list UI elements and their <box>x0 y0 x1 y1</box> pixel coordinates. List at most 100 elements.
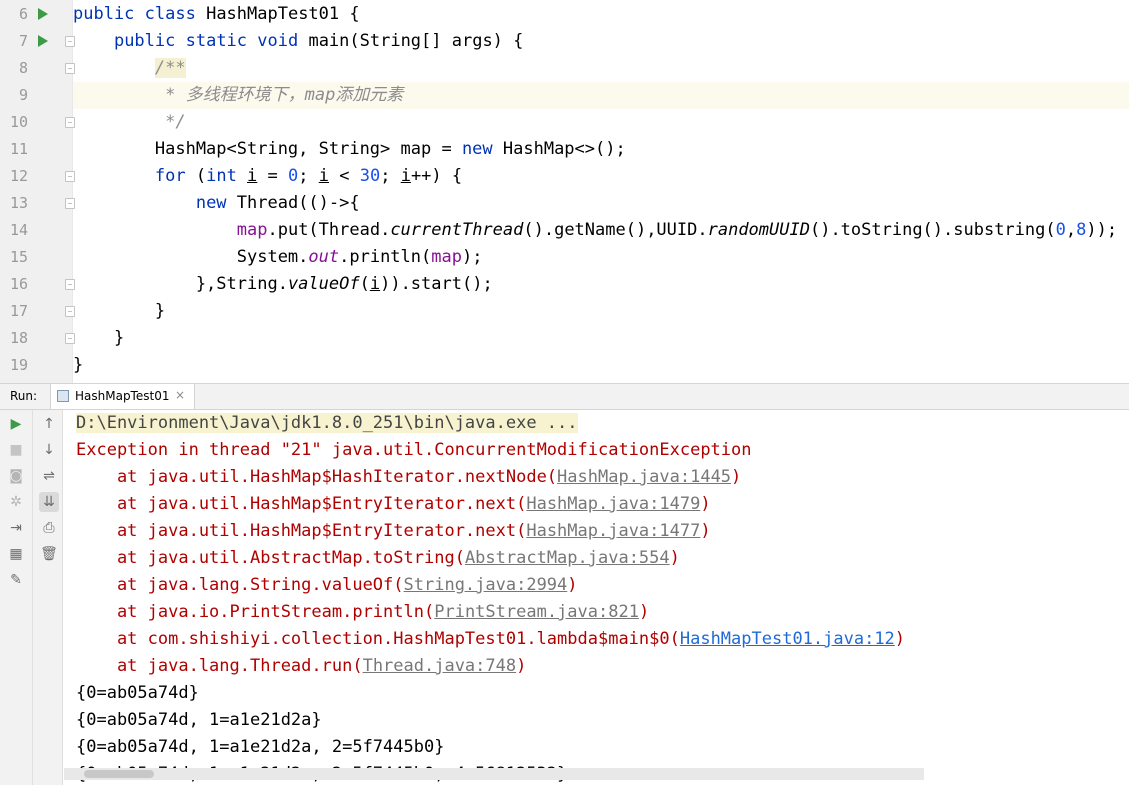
code-token: new <box>461 139 503 159</box>
gutter-line: 8 <box>0 55 72 82</box>
source-link[interactable]: HashMap.java:1477 <box>526 521 700 541</box>
console-line: at java.io.PrintStream.println(PrintStre… <box>76 599 649 626</box>
code-line[interactable]: } <box>73 298 1129 325</box>
console-text: ) <box>700 494 711 514</box>
line-number: 19 <box>9 356 28 374</box>
camera-icon[interactable]: ◙ <box>6 466 26 486</box>
console-text: at com.shishiyi.collection.HashMapTest01… <box>76 629 680 649</box>
gutter-line: 12 <box>0 163 72 190</box>
line-number: 11 <box>9 140 28 158</box>
fold-icon[interactable] <box>65 333 75 344</box>
run-tab-hashmaptest01[interactable]: HashMapTest01 × <box>50 384 195 409</box>
down-arrow-icon[interactable]: ↓ <box>39 440 59 460</box>
run-label: Run: <box>10 389 38 403</box>
source-link[interactable]: HashMapTest01.java:12 <box>680 629 895 649</box>
horizontal-scrollbar[interactable] <box>64 768 924 780</box>
console-line: {0=ab05a74d, 1=a1e21d2a} <box>76 707 322 734</box>
fold-icon[interactable] <box>65 198 75 209</box>
code-line[interactable]: map.put(Thread.currentThread().getName()… <box>73 217 1129 244</box>
code-token: Thread(()->{ <box>236 193 360 213</box>
code-line[interactable]: HashMap<String, String> map = new HashMa… <box>73 136 1129 163</box>
gutter-line: 13 <box>0 190 72 217</box>
line-number: 9 <box>18 86 28 104</box>
source-link[interactable]: String.java:2994 <box>404 575 568 595</box>
run-gutter-icon[interactable] <box>38 8 48 20</box>
source-link[interactable]: HashMap.java:1479 <box>526 494 700 514</box>
code-line[interactable]: } <box>73 352 1129 379</box>
console-output[interactable]: D:\Environment\Java\jdk1.8.0_251\bin\jav… <box>64 410 1129 785</box>
scrollbar-thumb[interactable] <box>84 770 154 778</box>
console-line: at java.util.AbstractMap.toString(Abstra… <box>76 545 680 572</box>
scroll-end-icon[interactable]: ⇊ <box>39 492 59 512</box>
code-line[interactable]: /** <box>73 55 1129 82</box>
close-icon[interactable]: × <box>175 388 185 402</box>
code-token: ().getName(),UUID. <box>523 220 708 240</box>
console-line: at java.util.HashMap$EntryIterator.next(… <box>76 491 711 518</box>
code-line[interactable]: System.out.println(map); <box>73 244 1129 271</box>
run-gutter-icon[interactable] <box>38 35 48 47</box>
code-token: public <box>113 31 186 51</box>
fold-icon[interactable] <box>65 279 75 290</box>
code-token: = <box>257 166 289 186</box>
fold-icon[interactable] <box>65 36 75 47</box>
source-link[interactable]: Thread.java:748 <box>363 656 517 676</box>
gutter-line: 14 <box>0 217 72 244</box>
fold-icon[interactable] <box>65 171 75 182</box>
code-token: for <box>154 166 196 186</box>
run-tool-header: Run: HashMapTest01 × <box>0 383 1129 410</box>
code-token: System. <box>73 247 309 267</box>
console-line: {0=ab05a74d, 1=a1e21d2a, 2=5f7445b0} <box>76 734 444 761</box>
line-number: 8 <box>18 59 28 77</box>
console-text: {0=ab05a74d, 1=a1e21d2a} <box>76 710 322 730</box>
editor-gutter: 6 7 8 9 10 11 12 13 14 15 16 17 18 19 <box>0 0 72 383</box>
code-token: },String. <box>73 274 288 294</box>
code-token: ( <box>359 274 370 294</box>
code-line[interactable]: public static void main(String[] args) { <box>73 28 1129 55</box>
code-line[interactable]: },String.valueOf(i)).start(); <box>73 271 1129 298</box>
print-icon[interactable]: ⎙ <box>39 518 59 538</box>
code-editor[interactable]: 6 7 8 9 10 11 12 13 14 15 16 17 18 19 public class Ha… <box>0 0 1129 383</box>
code-token: ().toString().substring( <box>809 220 1056 240</box>
code-area[interactable]: public class HashMapTest01 { public stat… <box>73 0 1129 383</box>
console-text: ) <box>894 629 906 649</box>
code-line[interactable]: public class HashMapTest01 { <box>73 1 1129 28</box>
code-token: * 多线程环境下，map添加元素 <box>165 85 404 105</box>
line-number: 14 <box>9 221 28 239</box>
pin-icon[interactable]: ✎ <box>6 570 26 590</box>
stop-icon[interactable]: ■ <box>6 440 26 460</box>
code-token: 8 <box>1076 220 1087 240</box>
rerun-icon[interactable]: ▶ <box>6 414 26 434</box>
layout-icon[interactable]: ▦ <box>6 544 26 564</box>
code-token: )).start(); <box>380 274 493 294</box>
code-token: HashMapTest01 { <box>206 4 360 24</box>
code-line[interactable]: new Thread(()->{ <box>73 190 1129 217</box>
console-text: at java.util.HashMap$HashIterator.nextNo… <box>76 467 558 487</box>
source-link[interactable]: HashMap.java:1445 <box>557 467 731 487</box>
fold-icon[interactable] <box>65 63 75 74</box>
code-line[interactable]: */ <box>73 109 1129 136</box>
source-link[interactable]: PrintStream.java:821 <box>434 602 639 622</box>
trash-icon[interactable]: 🗑 <box>39 544 59 564</box>
code-line[interactable]: for (int i = 0; i < 30; i++) { <box>73 163 1129 190</box>
code-token: /** <box>154 58 186 78</box>
settings-icon[interactable]: ✲ <box>6 492 26 512</box>
fold-icon[interactable] <box>65 306 75 317</box>
fold-icon[interactable] <box>65 117 75 128</box>
source-link[interactable]: AbstractMap.java:554 <box>465 548 670 568</box>
code-token: new <box>195 193 237 213</box>
code-line[interactable]: * 多线程环境下，map添加元素 <box>73 82 1129 109</box>
run-toolbar-left: ▶ ■ ◙ ✲ ⇥ ▦ ✎ <box>0 410 33 785</box>
exit-icon[interactable]: ⇥ <box>6 518 26 538</box>
up-arrow-icon[interactable]: ↑ <box>39 414 59 434</box>
code-token: class <box>144 4 207 24</box>
console-text: at java.lang.String.valueOf( <box>76 575 404 595</box>
code-line[interactable]: } <box>73 325 1129 352</box>
line-number: 16 <box>9 275 28 293</box>
gutter-line: 17 <box>0 298 72 325</box>
code-token: } <box>73 355 84 375</box>
code-token: ; <box>380 166 401 186</box>
soft-wrap-icon[interactable]: ⇌ <box>39 466 59 486</box>
